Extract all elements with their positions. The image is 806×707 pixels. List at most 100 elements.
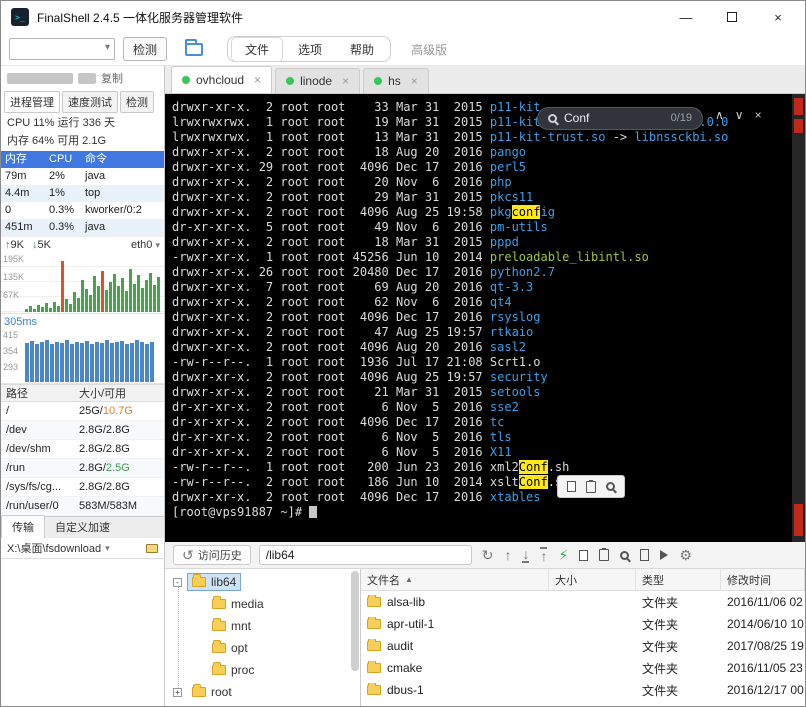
copy-icon[interactable] <box>567 481 576 492</box>
terminal-line: drwxr-xr-x. 2 root root 29 Mar 31 2015 p… <box>172 190 792 205</box>
column-modified[interactable]: 修改时间 <box>721 569 805 590</box>
chevron-down-icon[interactable]: ▾ <box>105 543 110 554</box>
search-counter: 0/19 <box>671 111 692 126</box>
search-query[interactable]: Conf <box>564 111 589 126</box>
download-icon[interactable]: ↓ <box>522 547 529 563</box>
terminal-screen[interactable]: drwxr-xr-x. 2 root root 33 Mar 31 2015 p… <box>165 94 792 542</box>
tree-item-mnt[interactable]: mnt <box>165 615 360 637</box>
search-prev-icon[interactable]: ∧ <box>715 108 724 123</box>
history-button[interactable]: ↺ 访问历史 <box>173 545 251 565</box>
connection-manager-icon[interactable] <box>185 43 203 56</box>
disk-row[interactable]: /run/user/0583M/583M <box>1 497 164 516</box>
sidebar-tab-1[interactable]: 速度测试 <box>62 91 118 113</box>
ping-bar <box>95 342 99 383</box>
settings-gear-icon[interactable]: ⚙ <box>679 548 692 562</box>
file-browser: -lib64mediamntoptproc+root 文件名▲ 大小 类型 修改… <box>165 569 805 706</box>
close-button[interactable]: × <box>771 10 785 25</box>
folder-icon <box>192 577 206 587</box>
new-file-icon[interactable] <box>640 549 649 561</box>
search-next-icon[interactable]: ∨ <box>735 108 744 123</box>
process-row[interactable]: 4.4m1%top <box>1 185 164 202</box>
column-path[interactable]: 路径 <box>1 385 77 401</box>
net-bar <box>61 261 64 312</box>
tree-item-root[interactable]: +root <box>165 681 360 703</box>
file-row[interactable]: dbus-1文件夹2016/12/17 00 <box>361 679 805 701</box>
interface-select[interactable]: eth0 ▾ <box>131 239 160 251</box>
disk-row[interactable]: /25G/10.7G <box>1 402 164 421</box>
process-table-header[interactable]: 内存 CPU 命令 <box>1 151 164 168</box>
tree-item-proc[interactable]: proc <box>165 659 360 681</box>
terminal-tab-hs[interactable]: hs× <box>363 68 429 93</box>
minimize-button[interactable]: — <box>679 10 693 25</box>
titlebar[interactable]: >_ FinalShell 2.4.5 一体化服务器管理软件 — × <box>1 1 805 33</box>
copy-icon[interactable] <box>579 550 588 561</box>
search-close-icon[interactable]: × <box>755 108 762 123</box>
tab-close-icon[interactable]: × <box>254 73 261 87</box>
terminal-tab-linode[interactable]: linode× <box>275 68 360 93</box>
process-row[interactable]: 00.3%kworker/0:2 <box>1 202 164 219</box>
terminal-line: drwxr-xr-x. 2 root root 62 Nov 6 2016 qt… <box>172 295 792 310</box>
column-cmd[interactable]: 命令 <box>81 151 164 168</box>
tree-item-opt[interactable]: opt <box>165 637 360 659</box>
file-row[interactable]: audit文件夹2017/08/25 19 <box>361 635 805 657</box>
terminal-prompt[interactable]: [root@vps91887 ~]# <box>172 505 792 520</box>
column-type[interactable]: 类型 <box>636 569 721 590</box>
tab-close-icon[interactable]: × <box>342 74 349 88</box>
run-icon[interactable] <box>660 550 668 560</box>
transfer-tab-1[interactable]: 自定义加速 <box>45 516 120 538</box>
tab-close-icon[interactable]: × <box>411 74 418 88</box>
column-cpu[interactable]: CPU <box>45 151 81 168</box>
ping-bar <box>125 344 129 382</box>
menu-1[interactable]: 选项 <box>285 38 335 61</box>
file-rows: alsa-lib文件夹2016/11/06 02apr-util-1文件夹201… <box>361 591 805 701</box>
column-size[interactable]: 大小 <box>549 569 636 590</box>
path-input[interactable] <box>259 545 472 565</box>
column-mem[interactable]: 内存 <box>1 151 45 168</box>
disk-row[interactable]: /run2.8G/2.5G <box>1 459 164 478</box>
detect-button[interactable]: 检测 <box>123 37 167 61</box>
sidebar-tab-2[interactable]: 检测 <box>120 91 154 113</box>
column-size[interactable]: 大小/可用 <box>77 385 164 401</box>
chevron-down-icon: ▾ <box>105 42 110 53</box>
open-folder-icon[interactable] <box>146 544 158 553</box>
search-icon[interactable] <box>606 482 615 491</box>
terminal-tab-ovhcloud[interactable]: ovhcloud× <box>171 66 272 93</box>
search-icon[interactable] <box>620 551 629 560</box>
column-filename[interactable]: 文件名▲ <box>361 569 549 590</box>
download-rate: ↓5K <box>32 239 51 251</box>
disk-row[interactable]: /dev2.8G/2.8G <box>1 421 164 440</box>
tree-item-media[interactable]: media <box>165 593 360 615</box>
disk-row[interactable]: /sys/fs/cg...2.8G/2.8G <box>1 478 164 497</box>
upload-icon[interactable]: ↑ <box>540 547 547 563</box>
process-row[interactable]: 451m0.3%java <box>1 219 164 236</box>
sidebar-tab-0[interactable]: 进程管理 <box>4 91 60 113</box>
disk-table-header[interactable]: 路径 大小/可用 <box>1 384 164 402</box>
tree-expander-icon[interactable]: - <box>173 578 182 587</box>
menu-0[interactable]: 文件 <box>231 37 283 62</box>
net-bar <box>33 309 36 312</box>
disk-row[interactable]: /dev/shm2.8G/2.8G <box>1 440 164 459</box>
host-combo[interactable]: ▾ <box>9 38 115 60</box>
transfer-tab-0[interactable]: 传输 <box>1 515 45 538</box>
file-row[interactable]: apr-util-1文件夹2014/06/10 10 <box>361 613 805 635</box>
terminal-scrollbar[interactable] <box>792 94 805 542</box>
file-row[interactable]: alsa-lib文件夹2016/11/06 02 <box>361 591 805 613</box>
tree-expander-icon[interactable]: + <box>173 688 182 697</box>
edition-label[interactable]: 高级版 <box>411 41 447 58</box>
file-row[interactable]: cmake文件夹2016/11/05 23 <box>361 657 805 679</box>
maximize-button[interactable] <box>725 12 739 22</box>
paste-icon[interactable] <box>599 549 609 561</box>
terminal-search-box[interactable]: Conf 0/19 <box>537 107 703 130</box>
transfer-list[interactable] <box>1 559 164 706</box>
paste-icon[interactable] <box>586 481 596 493</box>
copy-address-button[interactable]: 复制 <box>101 70 123 86</box>
menu-2[interactable]: 帮助 <box>337 38 387 61</box>
process-row[interactable]: 79m2%java <box>1 168 164 185</box>
tree-item-lib64[interactable]: -lib64 <box>165 571 360 593</box>
parent-dir-icon[interactable]: ↑ <box>504 548 511 562</box>
flash-transfer-icon[interactable]: ⚡ <box>558 548 568 562</box>
refresh-icon[interactable]: ↻ <box>482 548 494 562</box>
net-bar <box>117 286 120 312</box>
net-axis-label: 135K <box>3 272 24 282</box>
download-path-row[interactable]: X:\桌面\fsdownload ▾ <box>1 538 164 559</box>
